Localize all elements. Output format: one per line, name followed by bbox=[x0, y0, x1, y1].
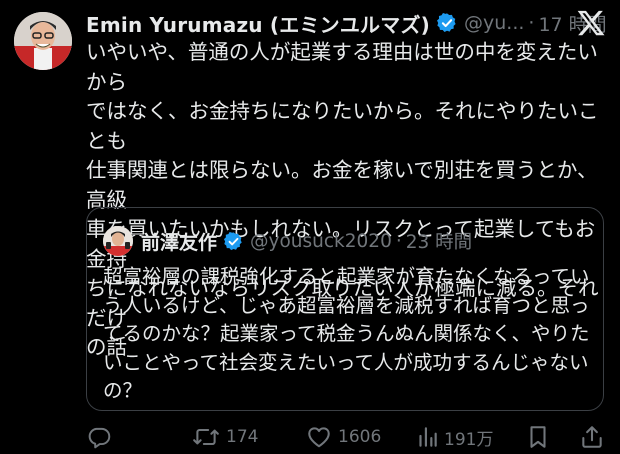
author-handle[interactable]: @yu... bbox=[464, 12, 524, 34]
quoted-post-time[interactable]: 23 時間 bbox=[406, 228, 472, 254]
quoted-post-card[interactable]: 前澤友作 @yousuck2020 · 23 時間 超富裕層の課税強化すると起業… bbox=[86, 207, 604, 411]
quoted-author-handle[interactable]: @yousuck2020 bbox=[250, 231, 392, 252]
retweet-icon bbox=[192, 424, 220, 450]
like-count: 1606 bbox=[338, 427, 382, 447]
like-button[interactable]: 1606 bbox=[306, 420, 381, 454]
verified-badge-icon bbox=[436, 12, 458, 34]
share-icon bbox=[580, 424, 604, 450]
bookmark-icon bbox=[526, 424, 550, 450]
reply-icon bbox=[86, 424, 112, 450]
view-count: 191万 bbox=[444, 429, 494, 450]
separator-dot: · bbox=[528, 12, 535, 34]
x-logo-icon[interactable] bbox=[576, 8, 606, 38]
author-avatar[interactable] bbox=[14, 12, 72, 70]
author-name[interactable]: Emin Yurumazu (エミンユルマズ) bbox=[86, 9, 430, 38]
views-icon bbox=[416, 424, 438, 450]
post-header: Emin Yurumazu (エミンユルマズ) @yu... · 17 時間 bbox=[86, 9, 607, 37]
action-bar: 174 1606 191万 bbox=[86, 420, 610, 454]
verified-badge-icon bbox=[223, 231, 244, 252]
retweet-count: 174 bbox=[226, 427, 259, 447]
quoted-post-header: 前澤友作 @yousuck2020 · 23 時間 bbox=[103, 226, 472, 256]
views-button[interactable]: 191万 bbox=[416, 420, 493, 454]
quoted-post-text: 超富裕層の課税強化すると起業家が育たなくなるってい う人いるけど、じゃあ超富裕層… bbox=[103, 265, 590, 402]
reply-button[interactable] bbox=[86, 420, 118, 454]
retweet-button[interactable]: 174 bbox=[192, 420, 258, 454]
bookmark-button[interactable] bbox=[526, 420, 550, 454]
separator-dot: · bbox=[395, 230, 402, 252]
quoted-author-avatar[interactable] bbox=[103, 226, 133, 256]
quoted-author-name[interactable]: 前澤友作 bbox=[141, 228, 217, 255]
share-button[interactable] bbox=[580, 420, 604, 454]
heart-icon bbox=[306, 424, 332, 450]
author-avatar-image bbox=[14, 12, 72, 70]
